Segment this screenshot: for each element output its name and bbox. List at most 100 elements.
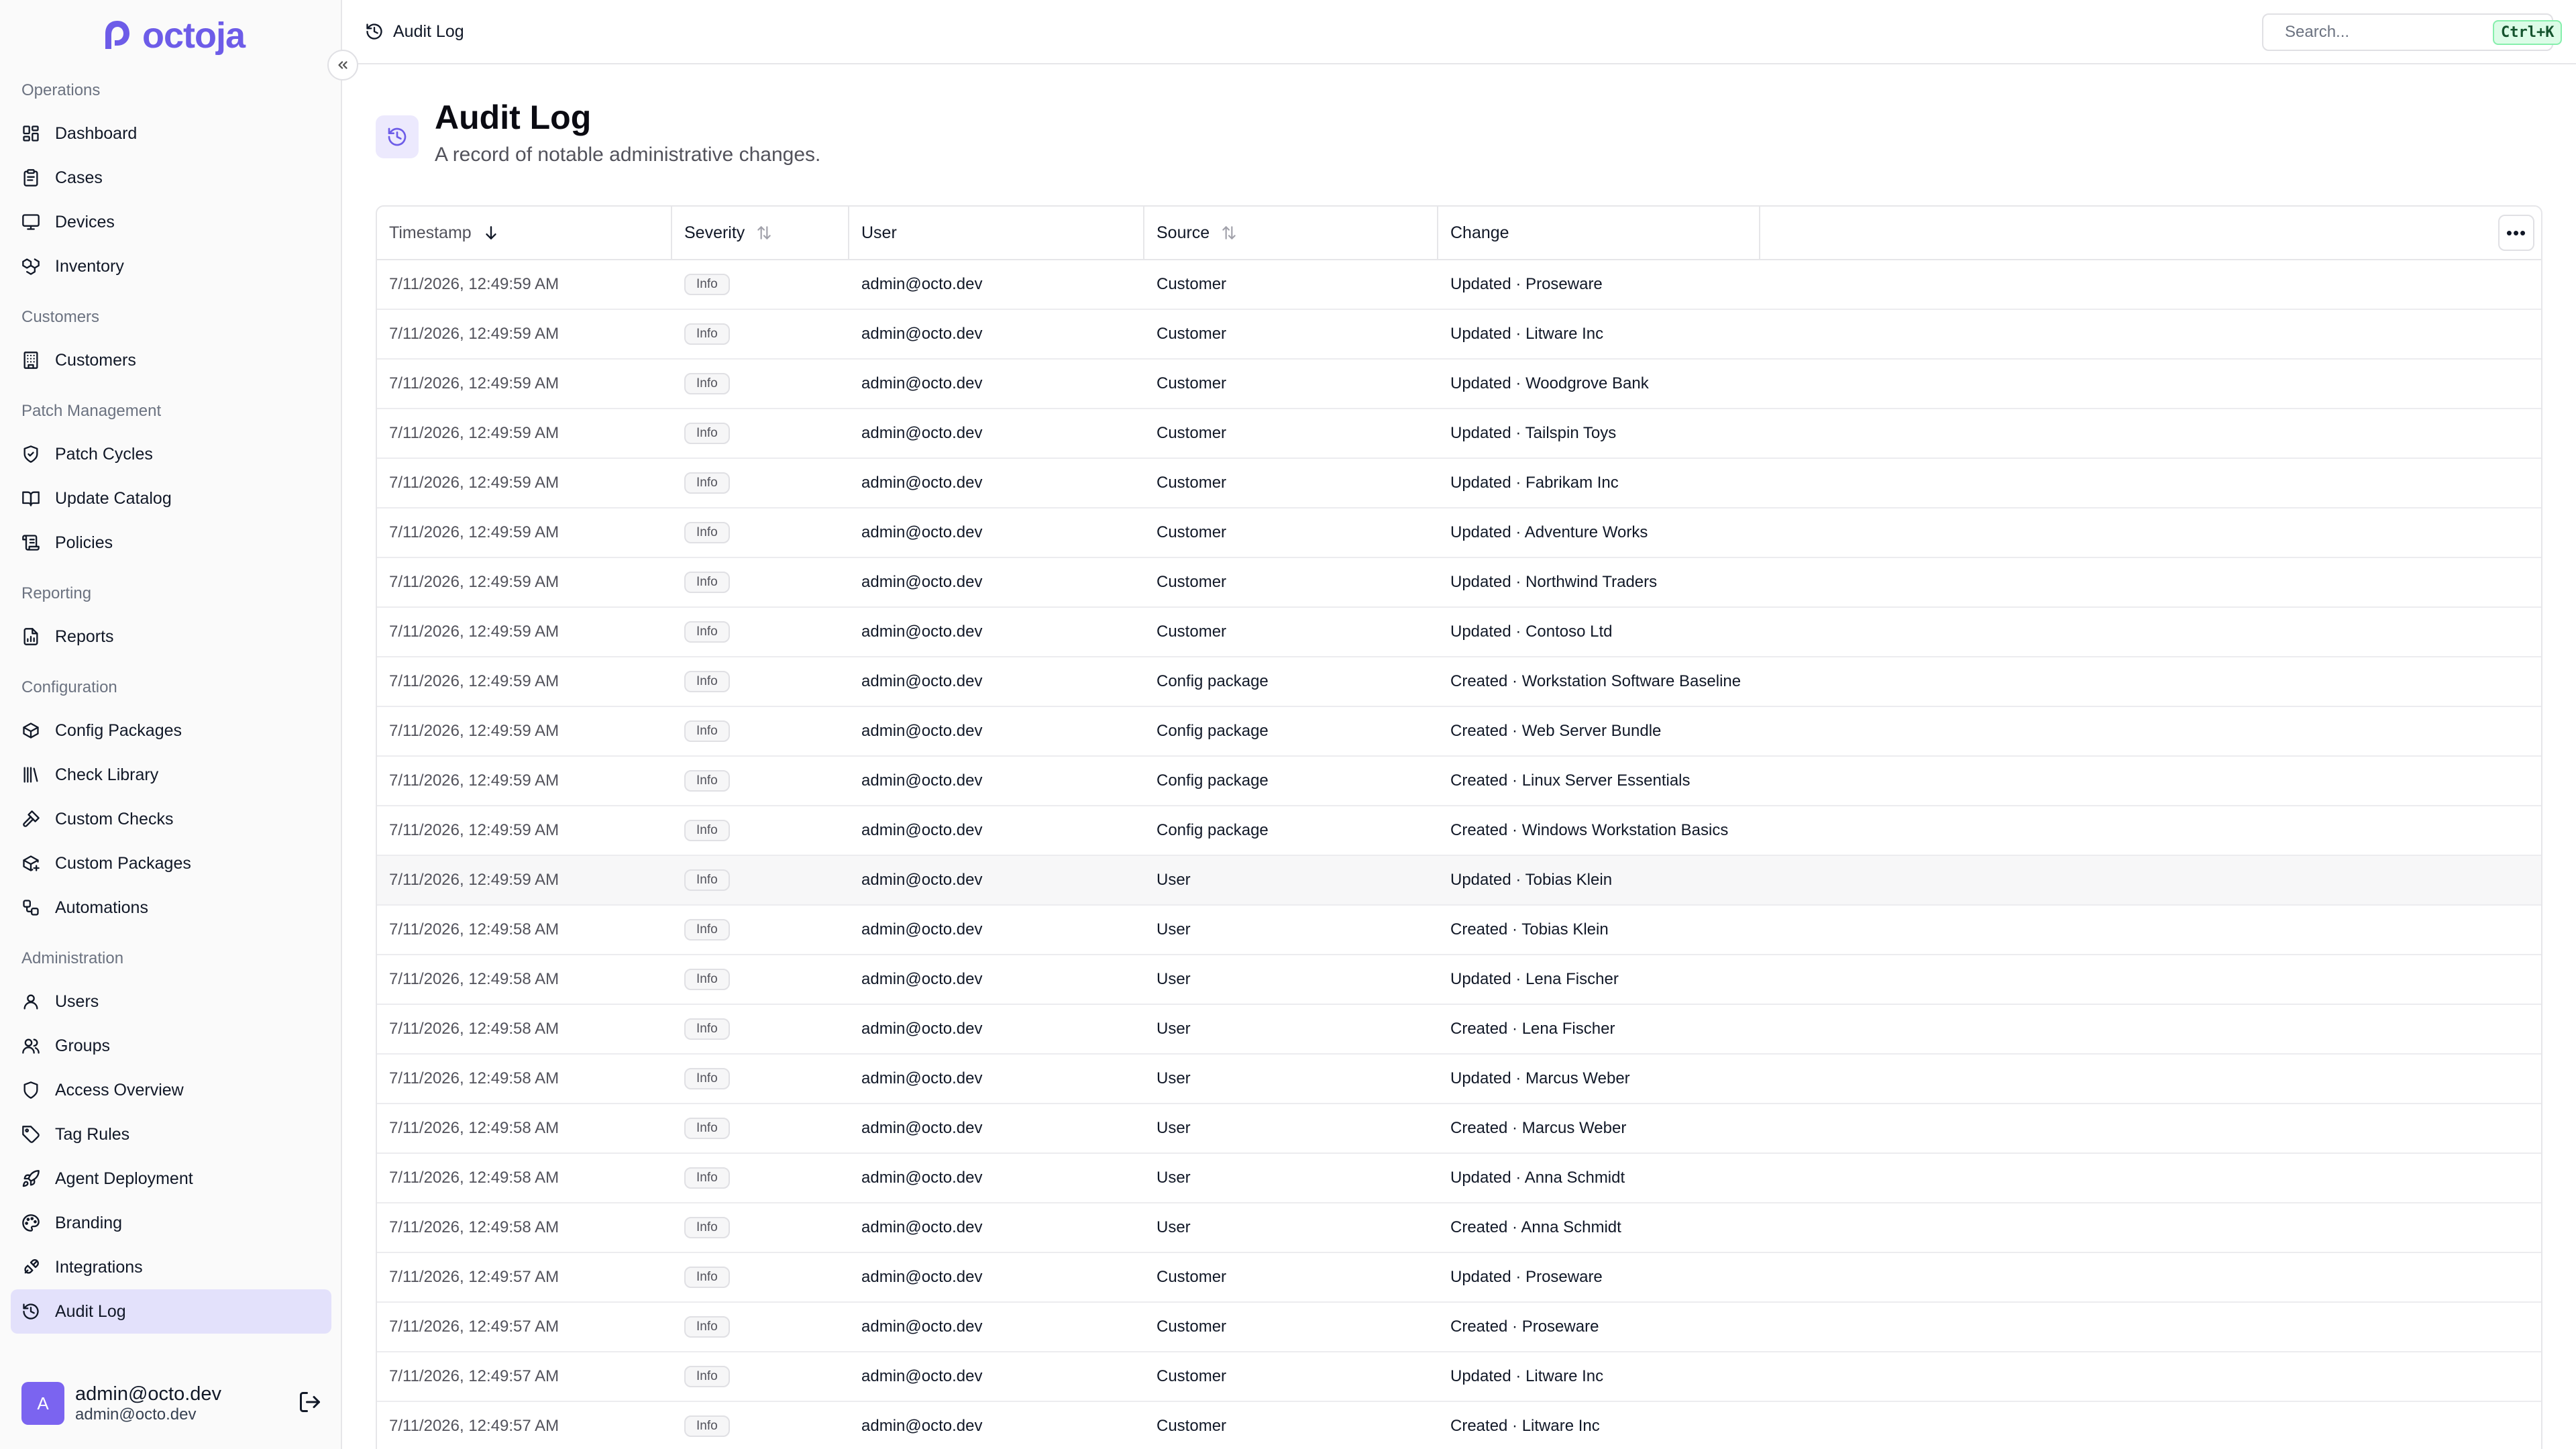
nav-group-label: Reporting [21, 584, 92, 602]
sidebar-item-custom-packages[interactable]: Custom Packages [11, 841, 331, 885]
avatar[interactable]: A [21, 1382, 64, 1425]
nav-group-label: Operations [21, 81, 101, 99]
table-row[interactable]: 7/11/2026, 12:49:58 AM Info admin@octo.dev… [377, 955, 2541, 1005]
user-cell: admin@octo.dev [849, 1318, 1144, 1336]
search-box[interactable]: Ctrl+K [2262, 13, 2563, 51]
sidebar-item-update-catalog[interactable]: Update Catalog [11, 476, 331, 521]
column-header-severity[interactable]: Severity [672, 207, 849, 259]
sidebar-item-users[interactable]: Users [11, 979, 331, 1024]
sidebar-item-customers[interactable]: Customers [11, 338, 331, 382]
logout-icon[interactable] [298, 1390, 322, 1417]
table-row[interactable]: 7/11/2026, 12:49:57 AM Info admin@octo.dev… [377, 1303, 2541, 1352]
source-cell: Customer [1144, 1318, 1438, 1336]
logo[interactable]: octoja [102, 15, 246, 56]
table-body: 7/11/2026, 12:49:59 AM Info admin@octo.dev… [377, 260, 2541, 1449]
sidebar-item-devices[interactable]: Devices [11, 200, 331, 244]
change-cell-text: Updated · Litware Inc [1450, 325, 1604, 343]
table-row[interactable]: 7/11/2026, 12:49:59 AM Info admin@octo.dev… [377, 608, 2541, 657]
audit-log-table: Timestamp Severity User Source Change ••… [376, 205, 2542, 1449]
table-row[interactable]: 7/11/2026, 12:49:57 AM Info admin@octo.dev… [377, 1402, 2541, 1449]
collapse-sidebar-button[interactable] [327, 50, 358, 80]
table-row[interactable]: 7/11/2026, 12:49:57 AM Info admin@octo.dev… [377, 1253, 2541, 1303]
user-cell-text: admin@octo.dev [861, 722, 983, 740]
severity-badge: Info [684, 1316, 730, 1338]
sidebar-item-reports[interactable]: Reports [11, 614, 331, 659]
table-row[interactable]: 7/11/2026, 12:49:59 AM Info admin@octo.dev… [377, 459, 2541, 508]
column-header-change[interactable]: Change [1438, 207, 1760, 259]
sidebar-item-tag-rules[interactable]: Tag Rules [11, 1112, 331, 1157]
table-row[interactable]: 7/11/2026, 12:49:59 AM Info admin@octo.dev… [377, 856, 2541, 906]
sidebar-item-audit-log[interactable]: Audit Log [11, 1289, 331, 1334]
timestamp-cell: 7/11/2026, 12:49:58 AM [377, 970, 672, 989]
sidebar-item-label: Inventory [55, 256, 124, 276]
severity-cell: Info [672, 1267, 849, 1288]
monitor-icon [21, 213, 40, 231]
change-cell-text: Updated · Lena Fischer [1450, 970, 1619, 988]
sidebar-item-custom-checks[interactable]: Custom Checks [11, 797, 331, 841]
table-row[interactable]: 7/11/2026, 12:49:58 AM Info admin@octo.dev… [377, 1203, 2541, 1253]
source-cell: Customer [1144, 1367, 1438, 1386]
user-cell-text: admin@octo.dev [861, 970, 983, 988]
plug-icon [21, 1258, 40, 1277]
sidebar-item-policies[interactable]: Policies [11, 521, 331, 565]
table-row[interactable]: 7/11/2026, 12:49:59 AM Info admin@octo.dev… [377, 707, 2541, 757]
table-row[interactable]: 7/11/2026, 12:49:58 AM Info admin@octo.dev… [377, 1154, 2541, 1203]
table-row[interactable]: 7/11/2026, 12:49:58 AM Info admin@octo.dev… [377, 1005, 2541, 1055]
table-row[interactable]: 7/11/2026, 12:49:59 AM Info admin@octo.dev… [377, 310, 2541, 360]
history-icon [21, 1302, 40, 1321]
severity-badge: Info [684, 423, 730, 444]
table-row[interactable]: 7/11/2026, 12:49:57 AM Info admin@octo.dev… [377, 1352, 2541, 1402]
timestamp-cell-text: 7/11/2026, 12:49:59 AM [389, 523, 559, 541]
user-cell: admin@octo.dev [849, 920, 1144, 939]
sidebar-item-inventory[interactable]: Inventory [11, 244, 331, 288]
table-options-button[interactable]: ••• [2498, 215, 2534, 251]
change-cell-text: Updated · Proseware [1450, 275, 1603, 293]
table-row[interactable]: 7/11/2026, 12:49:58 AM Info admin@octo.dev… [377, 1055, 2541, 1104]
table-header: Timestamp Severity User Source Change ••… [377, 207, 2541, 260]
sidebar-item-config-packages[interactable]: Config Packages [11, 708, 331, 753]
column-header-user[interactable]: User [849, 207, 1144, 259]
sidebar-item-integrations[interactable]: Integrations [11, 1245, 331, 1289]
sidebar-item-groups[interactable]: Groups [11, 1024, 331, 1068]
severity-badge: Info [684, 820, 730, 841]
sidebar-item-label: Policies [55, 533, 113, 552]
table-row[interactable]: 7/11/2026, 12:49:59 AM Info admin@octo.dev… [377, 260, 2541, 310]
package-icon [21, 721, 40, 740]
sidebar-item-dashboard[interactable]: Dashboard [11, 111, 331, 156]
sort-icon[interactable] [1220, 224, 1238, 241]
sidebar-item-check-library[interactable]: Check Library [11, 753, 331, 797]
source-cell-text: User [1157, 1020, 1191, 1038]
table-row[interactable]: 7/11/2026, 12:49:58 AM Info admin@octo.dev… [377, 906, 2541, 955]
source-cell: Customer [1144, 523, 1438, 542]
table-row[interactable]: 7/11/2026, 12:49:59 AM Info admin@octo.dev… [377, 757, 2541, 806]
table-row[interactable]: 7/11/2026, 12:49:59 AM Info admin@octo.dev… [377, 409, 2541, 459]
change-cell: Created · Lena Fischer [1438, 1020, 2541, 1038]
table-row[interactable]: 7/11/2026, 12:49:59 AM Info admin@octo.dev… [377, 360, 2541, 409]
column-header-source[interactable]: Source [1144, 207, 1438, 259]
table-row[interactable]: 7/11/2026, 12:49:59 AM Info admin@octo.dev… [377, 508, 2541, 558]
sidebar-item-patch-cycles[interactable]: Patch Cycles [11, 432, 331, 476]
sidebar-item-automations[interactable]: Automations [11, 885, 331, 930]
timestamp-cell-text: 7/11/2026, 12:49:57 AM [389, 1417, 559, 1435]
column-header-timestamp[interactable]: Timestamp [377, 207, 672, 259]
table-row[interactable]: 7/11/2026, 12:49:59 AM Info admin@octo.dev… [377, 806, 2541, 856]
change-cell: Updated · Contoso Ltd [1438, 623, 2541, 641]
sort-icon[interactable] [755, 224, 773, 241]
nav-group-configuration: Configuration Config Packages Check Librar… [0, 667, 342, 930]
sidebar-item-cases[interactable]: Cases [11, 156, 331, 200]
table-row[interactable]: 7/11/2026, 12:49:59 AM Info admin@octo.dev… [377, 558, 2541, 608]
sidebar-item-access-overview[interactable]: Access Overview [11, 1068, 331, 1112]
timestamp-cell: 7/11/2026, 12:49:59 AM [377, 821, 672, 840]
sort-desc-icon[interactable] [482, 224, 500, 241]
user-cell-text: admin@octo.dev [861, 523, 983, 541]
building-icon [21, 351, 40, 370]
breadcrumb-current[interactable]: Audit Log [393, 22, 464, 42]
user-cell: admin@octo.dev [849, 1218, 1144, 1237]
sidebar-item-branding[interactable]: Branding [11, 1201, 331, 1245]
source-cell: Config package [1144, 771, 1438, 790]
search-input[interactable] [2285, 23, 2493, 42]
table-row[interactable]: 7/11/2026, 12:49:59 AM Info admin@octo.dev… [377, 657, 2541, 707]
table-row[interactable]: 7/11/2026, 12:49:58 AM Info admin@octo.dev… [377, 1104, 2541, 1154]
sidebar-item-agent-deployment[interactable]: Agent Deployment [11, 1157, 331, 1201]
app-name: octoja [142, 15, 246, 56]
